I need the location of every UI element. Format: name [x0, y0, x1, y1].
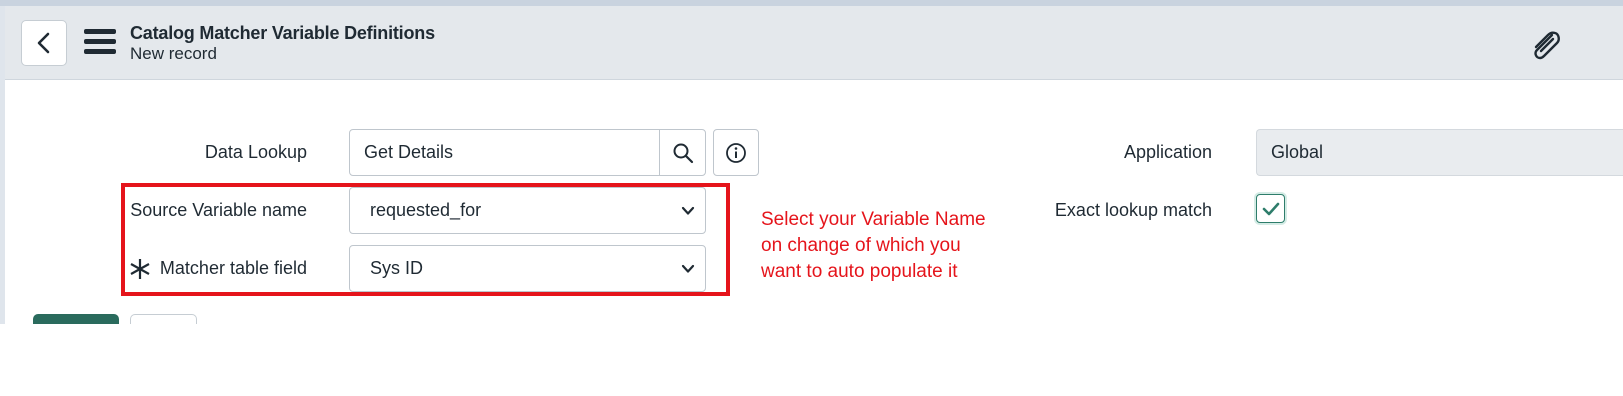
application-value: Global [1271, 142, 1324, 162]
exact-match-checkbox[interactable] [1256, 194, 1285, 223]
info-button[interactable] [713, 129, 759, 176]
page-subtitle: New record [130, 44, 217, 63]
data-lookup-value: Get Details [364, 142, 454, 162]
exact-match-label: Exact lookup match [1054, 200, 1212, 220]
application-field: Global [1256, 129, 1623, 176]
source-variable-select[interactable]: requested_for [349, 187, 706, 234]
source-variable-label: Source Variable name [130, 200, 307, 220]
application-label: Application [1123, 142, 1212, 162]
hamburger-icon[interactable] [84, 29, 116, 57]
asterisk-icon [130, 259, 150, 279]
back-button[interactable] [21, 20, 67, 66]
matcher-field-label: Matcher table field [159, 258, 307, 278]
search-icon [673, 143, 693, 163]
check-icon [1262, 202, 1279, 215]
page-bottom [0, 324, 1623, 396]
paperclip-icon[interactable] [1528, 28, 1562, 64]
data-lookup-label: Data Lookup [204, 142, 307, 162]
info-icon [726, 142, 746, 163]
lookup-search-button[interactable] [659, 129, 706, 176]
source-variable-value: requested_for [370, 200, 482, 220]
annotation-note: Select your Variable Name on change of w… [761, 209, 986, 282]
data-lookup-field[interactable]: Get Details [349, 129, 660, 176]
chevron-left-icon [37, 32, 50, 54]
chevron-down-icon [681, 206, 695, 215]
page-title: Catalog Matcher Variable Definitions [130, 23, 435, 43]
matcher-field-value: Sys ID [370, 258, 424, 278]
chevron-down-icon [681, 264, 695, 273]
matcher-field-select[interactable]: Sys ID [349, 245, 706, 292]
form-header: Catalog Matcher Variable Definitions New… [5, 6, 1623, 80]
